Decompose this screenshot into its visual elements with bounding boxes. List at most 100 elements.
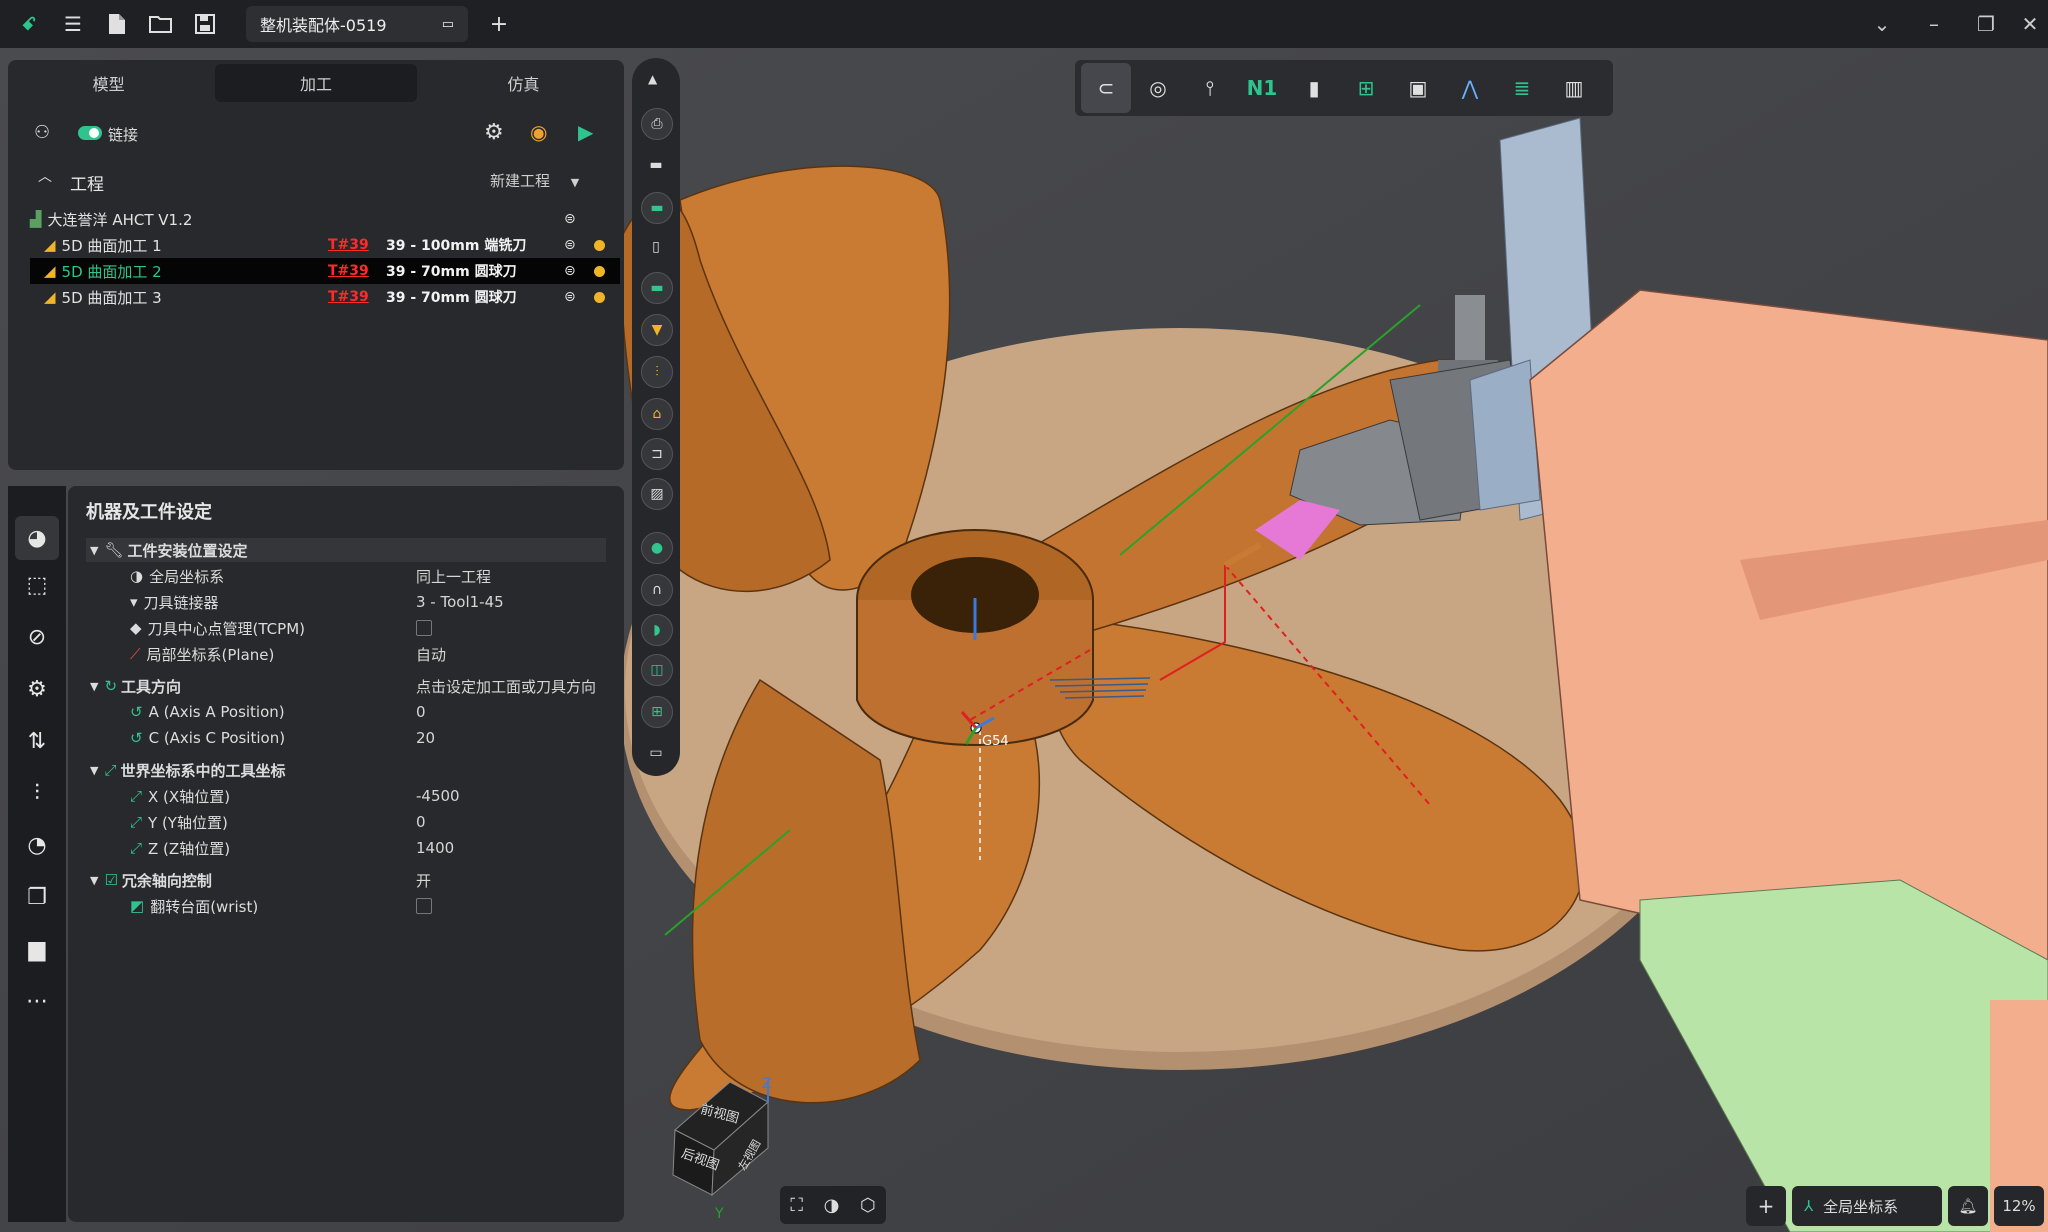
prop-value[interactable]: 3 - Tool1-45 <box>416 593 504 611</box>
measure-icon[interactable]: ◎ <box>1133 63 1183 113</box>
tab-model[interactable]: 模型 <box>8 60 209 106</box>
link-settings-icon[interactable]: ⚇ <box>34 122 50 143</box>
prop-local-plane[interactable]: ⟋ 局部坐标系(Plane) 自动 <box>130 642 606 666</box>
prop-value[interactable]: 点击设定加工面或刀具方向 <box>416 676 596 697</box>
prop-value[interactable]: 0 <box>416 703 426 721</box>
calculator-icon[interactable]: ▣ <box>1393 63 1443 113</box>
gear-icon[interactable]: ⚙ <box>484 120 504 145</box>
group-world-coord[interactable]: ▼ ⤢ 世界坐标系中的工具坐标 <box>86 758 606 782</box>
prop-value[interactable]: 20 <box>416 729 435 747</box>
head-icon[interactable]: ⌂ <box>641 398 673 430</box>
group-redundant-axis[interactable]: ▼ ☑ 冗余轴向控制 开 <box>86 868 606 892</box>
regenerate-icon[interactable]: ◉ <box>530 120 547 144</box>
new-project-button[interactable]: 新建工程 ▼ <box>490 170 579 191</box>
chart-icon[interactable]: ▥ <box>1549 63 1599 113</box>
prop-value[interactable]: -4500 <box>416 787 460 805</box>
save-icon[interactable] <box>190 9 220 39</box>
bell-icon[interactable]: 🔔︎ <box>1948 1186 1988 1226</box>
status-add[interactable]: + <box>1746 1186 1786 1226</box>
printer-icon[interactable]: ⎙ <box>641 108 673 140</box>
tray-icon[interactable]: ▬ <box>641 272 673 304</box>
new-file-icon[interactable] <box>102 9 132 39</box>
open-folder-icon[interactable] <box>146 9 176 39</box>
status-circle-icon[interactable]: ⊜ <box>564 211 576 227</box>
wrist-checkbox[interactable] <box>416 898 432 914</box>
link-toggle[interactable] <box>78 126 102 140</box>
chevron-down-icon[interactable]: ⌄ <box>1856 0 1908 48</box>
fixture-icon[interactable]: ⊞ <box>1341 63 1391 113</box>
cylinder-icon[interactable]: ▭ <box>641 738 671 768</box>
tool-number[interactable]: T#39 <box>328 263 369 279</box>
drill-bit-icon[interactable]: ⫶ <box>22 778 52 808</box>
machine-icon[interactable]: ▆ <box>22 934 52 964</box>
operation-row[interactable]: ◢ 5D 曲面加工 3 T#39 39 - 70mm 圆球刀 ⊜ <box>30 284 620 310</box>
curve-icon[interactable]: ∩ <box>641 574 673 606</box>
prop-y[interactable]: ⤢ Y (Y轴位置) 0 <box>130 810 606 834</box>
menu-icon[interactable]: ☰ <box>58 9 88 39</box>
clamp-icon[interactable]: ⊐ <box>641 438 673 470</box>
prop-axis-c[interactable]: ↺ C (Axis C Position) 20 <box>130 726 606 750</box>
box-view-icon[interactable]: ⬡ <box>860 1195 876 1216</box>
tool-number[interactable]: T#39 <box>328 237 369 253</box>
status-circle-icon[interactable]: ⊜ <box>564 237 576 253</box>
coord-system-selector[interactable]: ⅄ 全局坐标系 <box>1792 1186 1942 1226</box>
shading-icon[interactable]: ◑ <box>824 1195 840 1216</box>
fit-view-icon[interactable]: ⛶ <box>790 1195 803 1216</box>
surface-icon[interactable]: ◗ <box>641 614 673 646</box>
page-icon[interactable]: ▯ <box>641 232 671 262</box>
transform-icon[interactable]: ⇅ <box>22 726 52 756</box>
collapse-icon[interactable]: ︿ <box>38 166 52 186</box>
tool-number[interactable]: T#39 <box>328 289 369 305</box>
project-node[interactable]: ▟ 大连誉洋 AHCT V1.2 ⊜ <box>30 206 590 232</box>
prop-value[interactable]: 1400 <box>416 839 454 857</box>
tab-simulation[interactable]: 仿真 <box>423 60 624 106</box>
n1-button[interactable]: N1 <box>1237 63 1287 113</box>
hatch-icon[interactable]: ▨ <box>641 478 673 510</box>
stock-icon[interactable]: ≣ <box>1497 63 1547 113</box>
run-icon[interactable]: ▶ <box>578 120 593 144</box>
sheet-icon[interactable]: ▮ <box>1289 63 1339 113</box>
status-circle-icon[interactable]: ⊜ <box>564 289 576 305</box>
tab-window-icon[interactable]: ▭ <box>442 17 454 32</box>
prop-z[interactable]: ⤢ Z (Z轴位置) 1400 <box>130 836 606 860</box>
document-tab[interactable]: 整机装配体-0519 ▭ <box>246 6 468 42</box>
layer-icon[interactable]: ▬ <box>641 192 673 224</box>
add-tab-button[interactable]: + <box>484 9 514 39</box>
selection-box-icon[interactable]: ⬚ <box>22 570 52 600</box>
prop-wrist[interactable]: ◩ 翻转台面(wrist) <box>130 894 606 918</box>
operation-row[interactable]: ◢ 5D 曲面加工 1 T#39 39 - 100mm 端铣刀 ⊜ <box>30 232 620 258</box>
book-icon[interactable]: ◫ <box>641 654 673 686</box>
prop-value[interactable]: 开 <box>416 870 431 891</box>
drill-icon[interactable]: ▼ <box>641 314 673 346</box>
prop-value[interactable]: 自动 <box>416 644 446 665</box>
pie-chart-icon[interactable]: ◕ <box>15 516 59 560</box>
gear-icon[interactable]: ⚙ <box>22 674 52 704</box>
strip-up-arrow-icon[interactable]: ▲ <box>648 72 657 86</box>
copy-icon[interactable]: ❐ <box>22 882 52 912</box>
tcpm-checkbox[interactable] <box>416 620 432 636</box>
gauge-icon[interactable]: ◔ <box>22 830 52 860</box>
minimize-button[interactable]: – <box>1908 0 1960 48</box>
prop-value[interactable]: 0 <box>416 813 426 831</box>
operation-row-selected[interactable]: ◢ 5D 曲面加工 2 T#39 39 - 70mm 圆球刀 ⊜ <box>30 258 620 284</box>
grid-icon[interactable]: ⊞ <box>641 696 673 728</box>
probe-icon[interactable]: ⫯ <box>1185 63 1235 113</box>
prop-axis-a[interactable]: ↺ A (Axis A Position) 0 <box>130 700 606 724</box>
base-icon[interactable]: ▬ <box>641 150 671 180</box>
app-logo-icon[interactable]: ꗃ <box>14 9 44 39</box>
magnet-snap-icon[interactable]: ⊂ <box>1081 63 1131 113</box>
group-tool-direction[interactable]: ▼ ↻ 工具方向 点击设定加工面或刀具方向 <box>86 674 606 698</box>
tool-icon[interactable]: ⫶ <box>641 356 673 388</box>
more-icon[interactable]: ⋯ <box>22 986 52 1016</box>
prop-x[interactable]: ⤢ X (X轴位置) -4500 <box>130 784 606 808</box>
point-icon[interactable]: ● <box>641 532 673 564</box>
prop-value[interactable]: 同上一工程 <box>416 566 491 587</box>
compass-icon[interactable]: ⊘ <box>22 622 52 652</box>
status-circle-icon[interactable]: ⊜ <box>564 263 576 279</box>
tab-machining[interactable]: 加工 <box>215 64 417 102</box>
path-icon[interactable]: ⋀ <box>1445 63 1495 113</box>
prop-tcpm[interactable]: ◆ 刀具中心点管理(TCPM) <box>130 616 606 640</box>
group-install[interactable]: ▼ 🔧︎ 工件安装位置设定 <box>86 538 606 562</box>
prop-global-coord[interactable]: ◑ 全局坐标系 同上一工程 <box>130 564 606 588</box>
close-button[interactable]: ✕ <box>2004 0 2048 48</box>
